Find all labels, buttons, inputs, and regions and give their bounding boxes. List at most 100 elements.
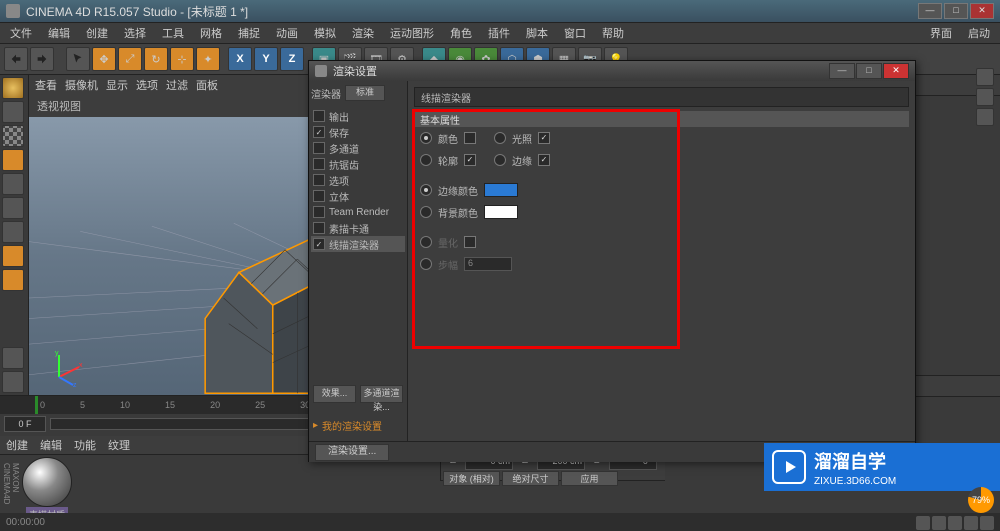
renderer-select[interactable]: 标准 bbox=[345, 85, 385, 101]
z-lock[interactable]: Z bbox=[280, 47, 304, 71]
mm-menu-item[interactable]: 纹理 bbox=[108, 437, 130, 453]
model-mode[interactable] bbox=[2, 101, 24, 123]
point-mode[interactable] bbox=[2, 173, 24, 195]
redo-button[interactable] bbox=[30, 47, 54, 71]
rp-misc-icon[interactable] bbox=[976, 108, 994, 126]
menu-item[interactable]: 渲染 bbox=[346, 23, 380, 43]
checkbox[interactable] bbox=[313, 190, 325, 202]
rotate-tool[interactable]: ↻ bbox=[144, 47, 168, 71]
menu-item[interactable]: 插件 bbox=[482, 23, 516, 43]
mm-menu-item[interactable]: 创建 bbox=[6, 437, 28, 453]
render-option-抗锯齿[interactable]: 抗锯齿 bbox=[311, 156, 405, 172]
rp-search-icon[interactable] bbox=[976, 68, 994, 86]
menu-item[interactable]: 动画 bbox=[270, 23, 304, 43]
viewport-menu-item[interactable]: 过滤 bbox=[166, 77, 188, 93]
menu-item[interactable]: 界面 bbox=[924, 23, 958, 43]
viewport-menu-item[interactable]: 查看 bbox=[35, 77, 57, 93]
menu-item[interactable]: 窗口 bbox=[558, 23, 592, 43]
last-tool[interactable]: ⊹ bbox=[170, 47, 194, 71]
tray-icon[interactable] bbox=[932, 516, 946, 530]
chk-light[interactable]: ✓ bbox=[538, 132, 550, 144]
close-button[interactable]: ✕ bbox=[970, 3, 994, 19]
dialog-maximize[interactable]: □ bbox=[856, 63, 882, 79]
checkbox[interactable]: ✓ bbox=[313, 126, 325, 138]
viewport-menu-item[interactable]: 选项 bbox=[136, 77, 158, 93]
viewport-menu-item[interactable]: 显示 bbox=[106, 77, 128, 93]
menu-item[interactable]: 启动 bbox=[962, 23, 996, 43]
select-tool[interactable] bbox=[66, 47, 90, 71]
poly-mode[interactable] bbox=[2, 221, 24, 243]
render-option-输出[interactable]: 输出 bbox=[311, 108, 405, 124]
viewport-menu-item[interactable]: 面板 bbox=[196, 77, 218, 93]
snap-settings[interactable] bbox=[2, 371, 24, 393]
render-option-素描卡通[interactable]: 素描卡通 bbox=[311, 220, 405, 236]
material-preview[interactable] bbox=[22, 457, 72, 507]
tool-5[interactable]: ✦ bbox=[196, 47, 220, 71]
checkbox[interactable] bbox=[313, 110, 325, 122]
mm-menu-item[interactable]: 功能 bbox=[74, 437, 96, 453]
edge-color-swatch[interactable] bbox=[484, 183, 518, 197]
coord-mode-1[interactable]: 对象 (相对) bbox=[443, 471, 500, 486]
menu-item[interactable]: 捕捉 bbox=[232, 23, 266, 43]
move-tool[interactable]: ✥ bbox=[92, 47, 116, 71]
tweak-mode[interactable] bbox=[2, 269, 24, 291]
menu-item[interactable]: 编辑 bbox=[42, 23, 76, 43]
checkbox[interactable] bbox=[313, 142, 325, 154]
menu-item[interactable]: 模拟 bbox=[308, 23, 342, 43]
snap-toggle[interactable] bbox=[2, 347, 24, 369]
tray-icon[interactable] bbox=[964, 516, 978, 530]
edge-mode[interactable] bbox=[2, 197, 24, 219]
checkbox[interactable] bbox=[313, 158, 325, 170]
make-editable[interactable] bbox=[2, 77, 24, 99]
axis-gizmo[interactable]: x y z bbox=[49, 347, 89, 387]
tray-icon[interactable] bbox=[948, 516, 962, 530]
chk-edge[interactable]: ✓ bbox=[538, 154, 550, 166]
mm-menu-item[interactable]: 编辑 bbox=[40, 437, 62, 453]
menu-item[interactable]: 运动图形 bbox=[384, 23, 440, 43]
maximize-button[interactable]: □ bbox=[944, 3, 968, 19]
tray-icon[interactable] bbox=[916, 516, 930, 530]
checkbox[interactable] bbox=[313, 206, 325, 218]
menu-item[interactable]: 脚本 bbox=[520, 23, 554, 43]
effects-button[interactable]: 效果... bbox=[313, 385, 356, 403]
dialog-titlebar[interactable]: 渲染设置 — □ ✕ bbox=[309, 61, 915, 81]
scale-tool[interactable]: ⤢ bbox=[118, 47, 142, 71]
timeline-playhead[interactable] bbox=[35, 396, 38, 414]
my-render-preset[interactable]: ▸ 我的渲染设置 bbox=[311, 414, 405, 437]
menu-item[interactable]: 工具 bbox=[156, 23, 190, 43]
viewport-menu-item[interactable]: 摄像机 bbox=[65, 77, 98, 93]
chk-outline[interactable]: ✓ bbox=[464, 154, 476, 166]
menu-item[interactable]: 帮助 bbox=[596, 23, 630, 43]
minimize-button[interactable]: — bbox=[918, 3, 942, 19]
workplane-mode[interactable] bbox=[2, 149, 24, 171]
coord-apply[interactable]: 应用 bbox=[561, 471, 618, 486]
menu-item[interactable]: 网格 bbox=[194, 23, 228, 43]
dialog-minimize[interactable]: — bbox=[829, 63, 855, 79]
texture-mode[interactable] bbox=[2, 125, 24, 147]
dialog-close[interactable]: ✕ bbox=[883, 63, 909, 79]
tl-start[interactable]: 0 F bbox=[4, 416, 46, 432]
bg-color-swatch[interactable] bbox=[484, 205, 518, 219]
radio-outline[interactable] bbox=[420, 154, 432, 166]
coord-mode-2[interactable]: 绝对尺寸 bbox=[502, 471, 559, 486]
menu-item[interactable]: 角色 bbox=[444, 23, 478, 43]
menu-item[interactable]: 文件 bbox=[4, 23, 38, 43]
render-option-Team Render[interactable]: Team Render bbox=[311, 204, 405, 220]
undo-button[interactable] bbox=[4, 47, 28, 71]
render-option-多通道[interactable]: 多通道 bbox=[311, 140, 405, 156]
x-lock[interactable]: X bbox=[228, 47, 252, 71]
radio-edge[interactable] bbox=[494, 154, 506, 166]
tray-icon[interactable] bbox=[980, 516, 994, 530]
menu-item[interactable]: 创建 bbox=[80, 23, 114, 43]
radio-light[interactable] bbox=[494, 132, 506, 144]
render-settings-menu[interactable]: 渲染设置... bbox=[315, 444, 389, 461]
chk-color[interactable] bbox=[464, 132, 476, 144]
radio-bgcolor[interactable] bbox=[420, 206, 432, 218]
render-option-立体[interactable]: 立体 bbox=[311, 188, 405, 204]
menu-item[interactable]: 选择 bbox=[118, 23, 152, 43]
checkbox[interactable]: ✓ bbox=[313, 238, 325, 250]
checkbox[interactable] bbox=[313, 222, 325, 234]
render-option-选项[interactable]: 选项 bbox=[311, 172, 405, 188]
multipass-button[interactable]: 多通道渲染... bbox=[360, 385, 403, 403]
y-lock[interactable]: Y bbox=[254, 47, 278, 71]
